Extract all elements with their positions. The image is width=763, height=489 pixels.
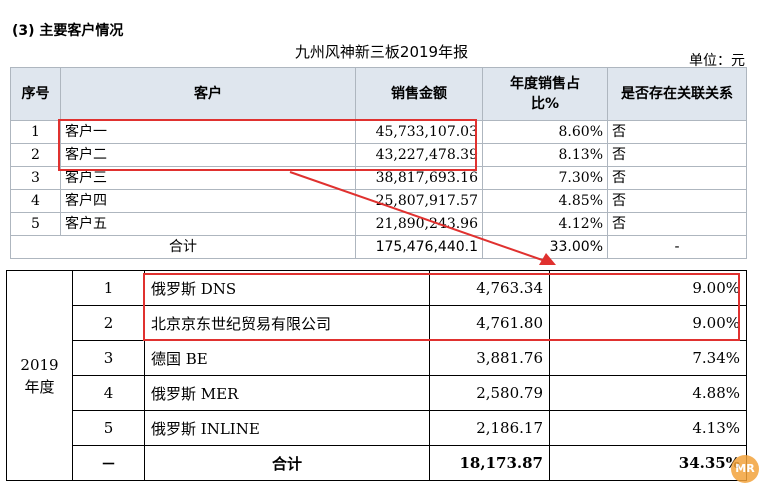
total-related: - — [607, 235, 747, 259]
row-pct: 4.13% — [549, 410, 747, 446]
col-header-pct: 年度销售占比% — [482, 67, 608, 121]
row-pct: 7.34% — [549, 340, 747, 376]
row-pct: 4.88% — [549, 375, 747, 411]
row-related: 否 — [607, 143, 747, 167]
col-header-customer: 客户 — [60, 67, 356, 121]
table-row: 5 俄罗斯 INLINE 2,186.17 4.13% — [7, 410, 747, 446]
row-customer: 俄罗斯 INLINE — [144, 410, 430, 446]
row-amount: 2,580.79 — [429, 375, 550, 411]
col-header-index: 序号 — [10, 67, 61, 121]
row-index: 4 — [72, 375, 145, 411]
total-index: － — [72, 445, 145, 481]
total-pct: 33.00% — [482, 235, 608, 259]
row-amount: 25,807,917.57 — [355, 189, 483, 213]
row-amount: 21,890,243.96 — [355, 212, 483, 236]
row-customer: 俄罗斯 MER — [144, 375, 430, 411]
row-index: 1 — [10, 120, 61, 144]
table-row: 4 客户四 25,807,917.57 4.85% 否 — [10, 189, 747, 213]
row-pct: 8.60% — [482, 120, 608, 144]
table-row: 3 德国 BE 3,881.76 7.34% — [7, 340, 747, 376]
col-header-related: 是否存在关联关系 — [607, 67, 747, 121]
watermark-logo: MR — [731, 455, 759, 483]
table-row: 5 客户五 21,890,243.96 4.12% 否 — [10, 212, 747, 236]
row-related: 否 — [607, 166, 747, 190]
row-index: 1 — [72, 270, 145, 306]
row-index: 2 — [72, 305, 145, 341]
row-customer: 客户四 — [60, 189, 356, 213]
table-row: 4 俄罗斯 MER 2,580.79 4.88% — [7, 375, 747, 411]
year-label: 2019 — [20, 355, 59, 374]
total-amount: 18,173.87 — [429, 445, 550, 481]
row-customer: 客户五 — [60, 212, 356, 236]
col-header-amount: 销售金额 — [355, 67, 483, 121]
row-pct: 4.12% — [482, 212, 608, 236]
row-related: 否 — [607, 189, 747, 213]
total-row: 合计 175,476,440.1 33.00% - — [10, 235, 747, 259]
table-header-row: 序号 客户 销售金额 年度销售占比% 是否存在关联关系 — [10, 67, 747, 121]
highlight-box-top — [58, 119, 477, 171]
row-related: 否 — [607, 120, 747, 144]
row-index: 3 — [10, 166, 61, 190]
row-index: 5 — [10, 212, 61, 236]
total-row: － 合计 18,173.87 34.35% — [7, 445, 747, 481]
total-label: 合计 — [144, 445, 430, 481]
row-index: 2 — [10, 143, 61, 167]
year-label-cell: 2019 年度 — [6, 270, 73, 481]
row-pct: 4.85% — [482, 189, 608, 213]
highlight-box-bottom — [143, 273, 740, 341]
col-header-pct-label: 年度销售占比% — [510, 76, 580, 112]
total-label: 合计 — [10, 235, 356, 259]
total-pct: 34.35% — [549, 445, 747, 481]
row-pct: 8.13% — [482, 143, 608, 167]
row-related: 否 — [607, 212, 747, 236]
row-pct: 7.30% — [482, 166, 608, 190]
report-title: 九州风神新三板2019年报 — [294, 43, 469, 61]
row-index: 4 — [10, 189, 61, 213]
row-customer: 德国 BE — [144, 340, 430, 376]
row-amount: 2,186.17 — [429, 410, 550, 446]
year-label-suffix: 年度 — [24, 377, 55, 396]
row-index: 3 — [72, 340, 145, 376]
section-title: (3) 主要客户情况 — [12, 23, 124, 39]
row-index: 5 — [72, 410, 145, 446]
total-amount: 175,476,440.1 — [355, 235, 483, 259]
row-amount: 3,881.76 — [429, 340, 550, 376]
